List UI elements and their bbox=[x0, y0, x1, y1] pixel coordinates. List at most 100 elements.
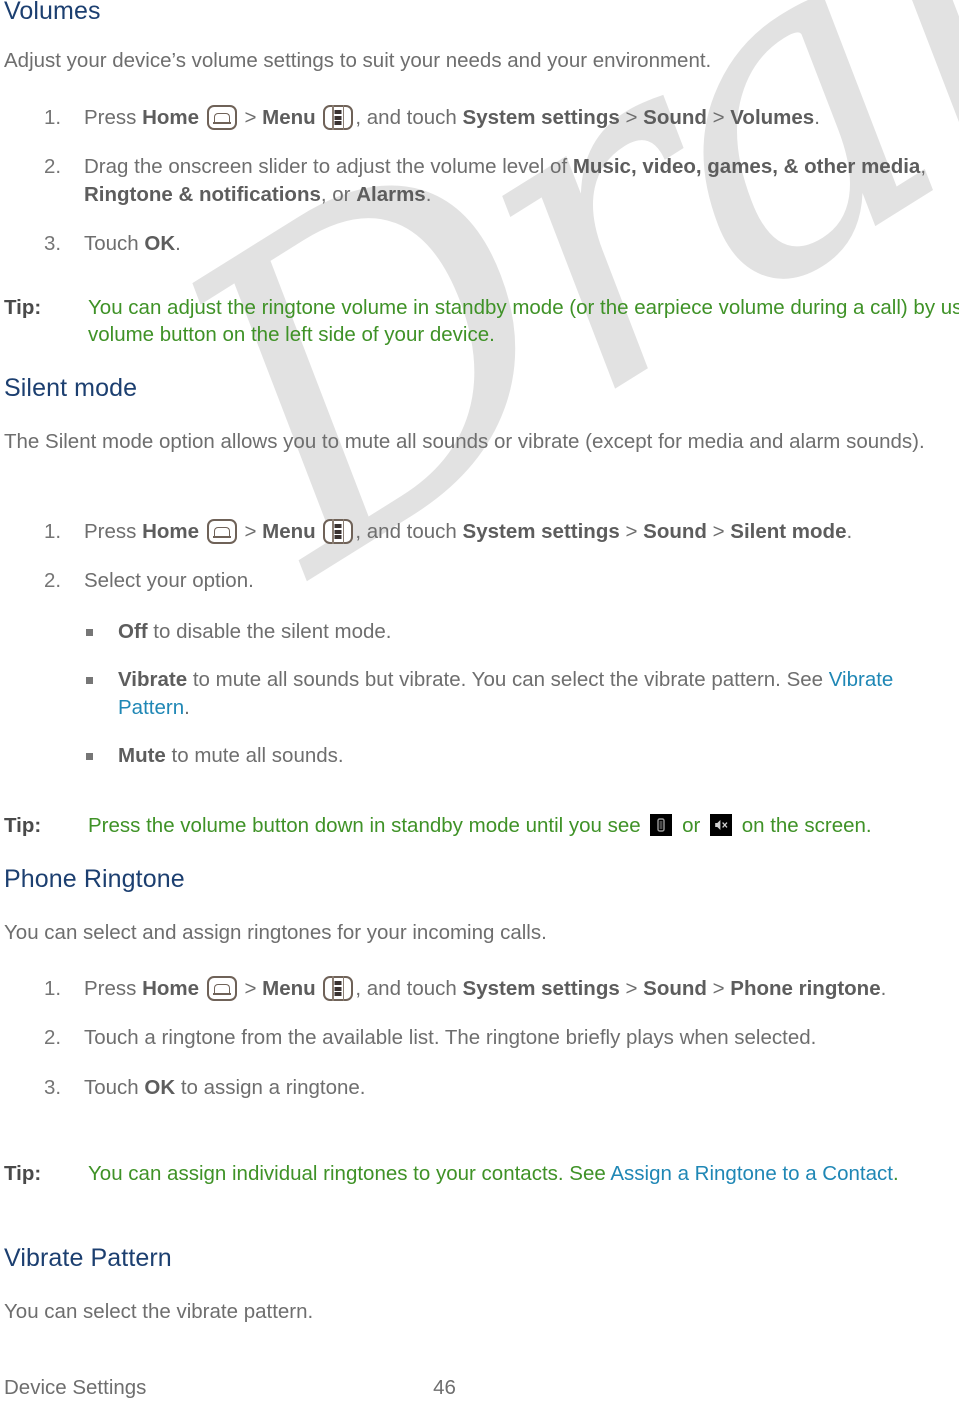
home-icon bbox=[206, 976, 237, 1001]
option-term: Off bbox=[118, 620, 148, 643]
phone-ringtone-tip: Tip: You can assign individual ringtones… bbox=[4, 1160, 959, 1187]
gt-sep: > bbox=[238, 977, 263, 1000]
phone-ringtone-intro: You can select and assign ringtones for … bbox=[4, 921, 547, 944]
step-text: Touch a ringtone from the available list… bbox=[84, 1026, 817, 1050]
step-text: Touch bbox=[84, 1075, 145, 1099]
gt-sep-3: > bbox=[706, 106, 731, 129]
option-desc: to mute all sounds but vibrate. You can … bbox=[187, 668, 829, 692]
tip-label: Tip: bbox=[4, 1162, 42, 1185]
ringtone-step-2: Touch a ringtone from the available list… bbox=[0, 1024, 959, 1052]
gt-sep-2: > bbox=[619, 977, 644, 1000]
heading-volumes: Volumes bbox=[4, 0, 101, 25]
tip-text-before: You can assign individual ringtones to y… bbox=[88, 1162, 611, 1185]
option-desc: to mute all sounds. bbox=[165, 743, 344, 767]
ringtone-step-3: Touch OK to assign a ringtone. bbox=[0, 1074, 900, 1102]
system-settings-label: System settings bbox=[462, 520, 620, 543]
gt-sep: > bbox=[238, 106, 263, 129]
period: . bbox=[846, 520, 853, 543]
tip-text: You can adjust the ringtone volume in st… bbox=[88, 296, 959, 347]
volumes-steps: Press Home > Menu , and touch System set… bbox=[0, 104, 955, 257]
option-desc: to disable the silent mode. bbox=[147, 620, 392, 643]
volumes-intro: Adjust your device’s volume settings to … bbox=[4, 49, 712, 72]
ok-label: OK bbox=[144, 231, 176, 255]
option-mute: Mute to mute all sounds. bbox=[0, 742, 955, 769]
volumes-tip: Tip: You can adjust the ringtone volume … bbox=[4, 294, 959, 349]
target-label: Phone ringtone bbox=[730, 977, 881, 1000]
home-label: Home bbox=[142, 106, 200, 129]
home-icon bbox=[206, 105, 237, 130]
option-term: Vibrate bbox=[118, 668, 188, 692]
option-off: Off to disable the silent mode. bbox=[0, 618, 955, 645]
silent-mode-options: Off to disable the silent mode. Vibrate … bbox=[0, 618, 955, 769]
step-text: Select your option. bbox=[84, 569, 254, 593]
vibrate-icon bbox=[650, 814, 673, 836]
period: . bbox=[175, 231, 181, 255]
vibrate-pattern-intro: You can select the vibrate pattern. bbox=[4, 1300, 314, 1323]
page-footer: Device Settings 46 bbox=[0, 1376, 959, 1406]
step-text: Drag the onscreen slider to adjust the v… bbox=[84, 155, 573, 179]
menu-icon bbox=[323, 976, 354, 1001]
phone-ringtone-steps: Press Home > Menu , and touch System set… bbox=[0, 975, 900, 1101]
tip-text-middle: or bbox=[676, 814, 707, 837]
target-label: Silent mode bbox=[730, 520, 847, 543]
silent-mode-intro: The Silent mode option allows you to mut… bbox=[4, 430, 925, 453]
period: . bbox=[184, 695, 190, 719]
option-vibrate: Vibrate to mute all sounds but vibrate. … bbox=[0, 666, 955, 721]
mute-icon bbox=[710, 814, 733, 836]
silent-mode-steps: Press Home > Menu , and touch System set… bbox=[0, 518, 955, 595]
ringtone-step-1: Press Home > Menu , and touch System set… bbox=[0, 975, 900, 1003]
tip-text-before: Press the volume button down in standby … bbox=[88, 814, 647, 837]
step-text-2: , and touch bbox=[355, 106, 463, 129]
menu-icon bbox=[323, 519, 354, 544]
gt-sep-2: > bbox=[619, 520, 644, 543]
comma: , bbox=[920, 155, 927, 179]
gt-sep: > bbox=[238, 520, 263, 543]
tip-text-after: on the screen. bbox=[736, 814, 872, 837]
menu-label: Menu bbox=[262, 520, 316, 543]
volumes-step-1: Press Home > Menu , and touch System set… bbox=[0, 104, 955, 132]
step-text: Touch bbox=[84, 231, 145, 255]
period: . bbox=[425, 182, 432, 206]
system-settings-label: System settings bbox=[462, 106, 620, 129]
heading-phone-ringtone: Phone Ringtone bbox=[4, 865, 185, 893]
period: . bbox=[880, 977, 887, 1000]
gt-sep-3: > bbox=[706, 977, 731, 1000]
home-label: Home bbox=[142, 977, 200, 1000]
home-icon bbox=[206, 519, 237, 544]
system-settings-label: System settings bbox=[462, 977, 620, 1000]
target-label: Volumes bbox=[730, 106, 815, 129]
step-text: Press bbox=[84, 977, 143, 1000]
menu-icon bbox=[323, 105, 354, 130]
menu-label: Menu bbox=[262, 977, 316, 1000]
menu-label: Menu bbox=[262, 106, 316, 129]
step-text-2: , and touch bbox=[355, 977, 463, 1000]
silent-mode-tip: Tip: Press the volume button down in sta… bbox=[4, 812, 959, 839]
sound-label: Sound bbox=[643, 106, 707, 129]
sound-label: Sound bbox=[643, 520, 707, 543]
tip-label: Tip: bbox=[4, 296, 42, 319]
step-text-2: to assign a ringtone. bbox=[175, 1075, 366, 1099]
link-assign-ringtone-to-contact[interactable]: Assign a Ringtone to a Contact bbox=[610, 1162, 893, 1185]
or-text: , or bbox=[320, 182, 357, 206]
document-page: Volumes Adjust your device’s volume sett… bbox=[0, 0, 959, 1420]
ok-label: OK bbox=[144, 1075, 176, 1099]
step-text-2: , and touch bbox=[355, 520, 463, 543]
media-label: Music, video, games, & other media bbox=[572, 155, 921, 179]
ringtone-notifications-label: Ringtone & notifications bbox=[84, 182, 321, 206]
gt-sep-2: > bbox=[619, 106, 644, 129]
volumes-step-2: Drag the onscreen slider to adjust the v… bbox=[0, 153, 955, 208]
period: . bbox=[814, 106, 820, 129]
step-text: Press bbox=[84, 520, 143, 543]
heading-vibrate-pattern: Vibrate Pattern bbox=[4, 1244, 172, 1272]
gt-sep-3: > bbox=[706, 520, 731, 543]
tip-label: Tip: bbox=[4, 814, 42, 837]
volumes-step-3: Touch OK. bbox=[0, 230, 955, 258]
footer-page-number: 46 bbox=[433, 1376, 456, 1399]
silent-step-1: Press Home > Menu , and touch System set… bbox=[0, 518, 955, 546]
silent-step-2: Select your option. bbox=[0, 567, 955, 595]
heading-silent-mode: Silent mode bbox=[4, 374, 138, 402]
period: . bbox=[892, 1162, 899, 1185]
step-text: Press bbox=[84, 106, 143, 129]
home-label: Home bbox=[142, 520, 200, 543]
sound-label: Sound bbox=[643, 977, 707, 1000]
